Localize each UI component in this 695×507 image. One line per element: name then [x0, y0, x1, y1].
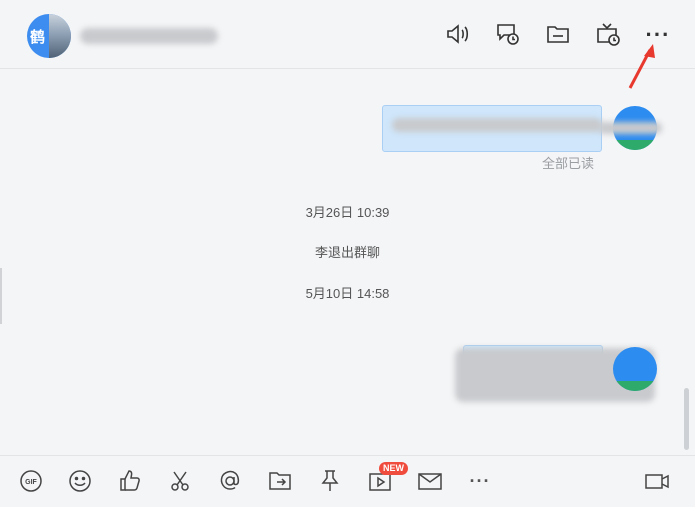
pin-icon[interactable]	[317, 468, 343, 494]
annotation-arrow	[628, 44, 655, 89]
thumbs-up-icon[interactable]	[117, 468, 143, 494]
speaker-icon[interactable]	[444, 21, 470, 47]
avatar-tag	[613, 381, 657, 391]
avatar-tag	[613, 140, 657, 150]
input-toolbar: GIF ···	[0, 455, 695, 507]
tv-schedule-icon[interactable]	[595, 21, 621, 47]
redacted-message-1	[392, 118, 602, 132]
svg-text:GIF: GIF	[25, 479, 37, 486]
redacted-group-name	[80, 28, 218, 44]
emoji-icon[interactable]	[67, 468, 93, 494]
group-avatar[interactable]: 鹤	[27, 14, 71, 58]
scrollbar[interactable]	[684, 388, 689, 450]
timestamp: 3月26日 10:39	[305, 205, 390, 220]
chat-history-icon[interactable]	[495, 21, 521, 47]
timestamp: 5月10日 14:58	[305, 286, 390, 301]
avatar-photo	[49, 14, 71, 58]
system-notice: 李退出群聊	[314, 245, 380, 260]
more-label: ···	[645, 22, 671, 47]
avatar: 鹤	[27, 14, 71, 58]
avatar-char: 鹤	[30, 29, 46, 46]
more-tools-label: ···	[469, 471, 491, 491]
mail-icon[interactable]	[417, 468, 443, 494]
redacted-avatar-1	[598, 122, 662, 134]
gif-icon[interactable]: GIF	[18, 468, 44, 494]
more-icon[interactable]: ···	[467, 468, 493, 494]
chat-header: 鹤 ···	[0, 0, 695, 69]
forward-file-icon[interactable]	[267, 468, 293, 494]
at-icon[interactable]	[217, 468, 243, 494]
folder-icon[interactable]	[545, 21, 571, 47]
scissors-icon[interactable]	[167, 468, 193, 494]
read-status[interactable]: 全部已读	[542, 153, 594, 172]
self-avatar-2[interactable]	[613, 347, 657, 391]
new-badge: NEW	[379, 462, 408, 475]
video-call-icon[interactable]	[644, 468, 670, 494]
